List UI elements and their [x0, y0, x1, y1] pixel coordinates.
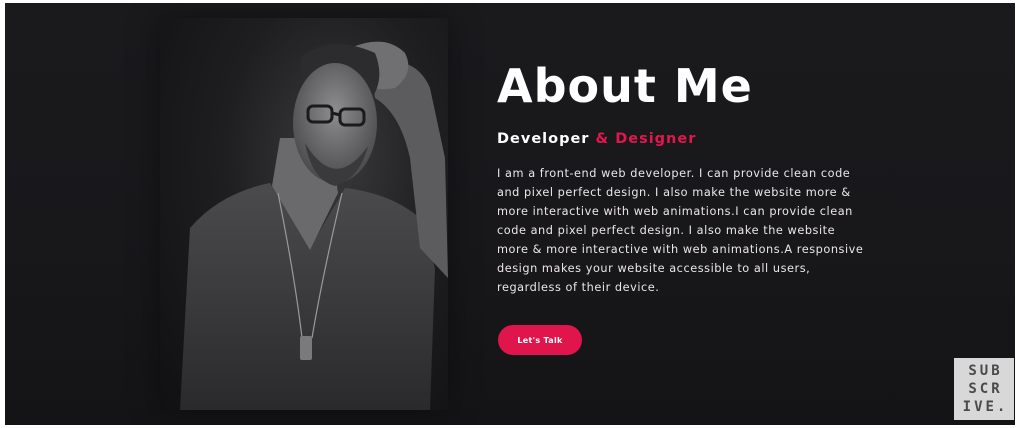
- role-designer: & Designer: [595, 131, 697, 147]
- page-title: About Me: [497, 59, 753, 113]
- subscribe-badge[interactable]: SUB SCR IVE.: [954, 358, 1014, 420]
- about-section: About Me Developer & Designer I am a fro…: [5, 3, 1015, 425]
- subscribe-line-1: SUB: [968, 363, 1003, 379]
- profile-photo: [160, 18, 448, 410]
- role-subtitle: Developer & Designer: [497, 131, 696, 147]
- role-developer: Developer: [497, 131, 590, 147]
- portrait-illustration: [180, 41, 448, 410]
- subscribe-line-3: IVE.: [962, 399, 1009, 415]
- bio-paragraph: I am a front-end web developer. I can pr…: [497, 167, 864, 294]
- subscribe-line-2: SCR: [968, 381, 1003, 397]
- lets-talk-button[interactable]: Let's Talk: [498, 325, 582, 355]
